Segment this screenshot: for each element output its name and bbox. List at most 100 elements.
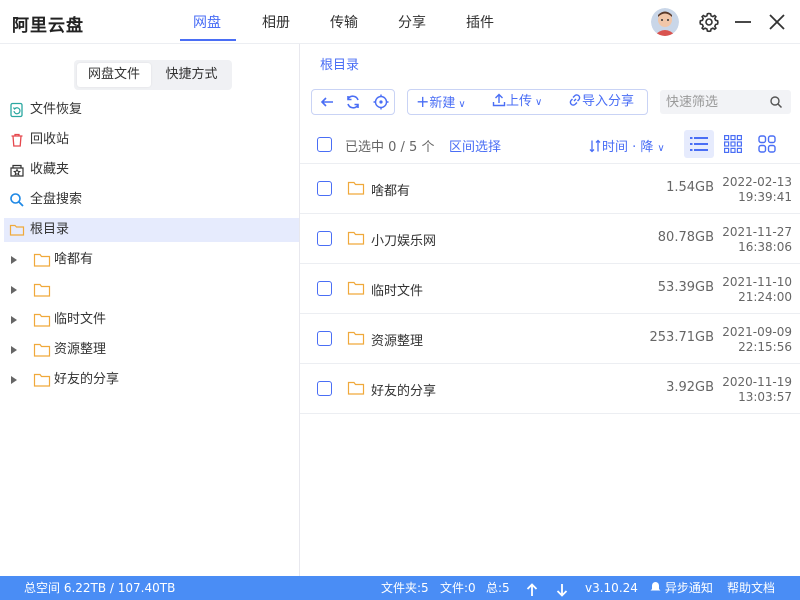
folder-icon xyxy=(347,231,365,245)
file-size: 253.71GB xyxy=(649,330,714,345)
download-arrow-icon[interactable] xyxy=(556,581,568,600)
row-checkbox[interactable] xyxy=(317,281,332,296)
table-row[interactable]: 啥都有 1.54GB 2022-02-13 19:39:41 xyxy=(300,164,800,214)
expand-arrow-icon[interactable] xyxy=(11,286,17,294)
folder-icon xyxy=(347,281,365,295)
file-restore-icon xyxy=(10,102,23,118)
tree-item[interactable]: 临时文件 xyxy=(0,308,299,332)
tab-transfer[interactable]: 传输 xyxy=(330,12,358,32)
sidebar-item-favorites[interactable]: 收藏夹 xyxy=(4,158,299,182)
sidebar-segment-control: 网盘文件 快捷方式 xyxy=(74,60,232,90)
status-bar: 总空间 6.22TB / 107.40TB 文件夹:5 文件:0 总:5 v3.… xyxy=(0,576,800,600)
back-arrow-icon[interactable] xyxy=(319,94,335,110)
grid-view-icon xyxy=(724,135,742,153)
upload-button[interactable]: 上传 ∨ xyxy=(492,90,542,114)
sidebar-item-trash[interactable]: 回收站 xyxy=(4,128,299,152)
file-count: 文件:0 xyxy=(440,581,476,595)
sidebar-item-label: 根目录 xyxy=(30,222,70,237)
sidebar-item-label: 全盘搜索 xyxy=(30,192,83,207)
expand-arrow-icon[interactable] xyxy=(11,256,17,264)
row-checkbox[interactable] xyxy=(317,381,332,396)
version-label: v3.10.24 xyxy=(585,581,638,595)
tree-item[interactable]: 啥都有 xyxy=(0,248,299,272)
nav-button-group xyxy=(311,89,395,115)
tree-item[interactable]: 资源整理 xyxy=(0,338,299,362)
table-row[interactable]: 好友的分享 3.92GB 2020-11-19 13:03:57 xyxy=(300,364,800,414)
new-button[interactable]: +新建 ∨ xyxy=(416,90,466,114)
tab-share[interactable]: 分享 xyxy=(398,12,426,32)
sidebar-item-file-restore[interactable]: 文件恢复 xyxy=(4,98,299,122)
import-share-button[interactable]: 导入分享 xyxy=(568,90,634,114)
active-tab-indicator xyxy=(180,39,236,41)
file-size: 3.92GB xyxy=(666,380,714,395)
select-all-checkbox[interactable] xyxy=(317,137,332,152)
segment-shortcuts[interactable]: 快捷方式 xyxy=(154,63,229,87)
tab-plugins[interactable]: 插件 xyxy=(466,12,494,32)
avatar[interactable] xyxy=(651,8,679,36)
help-docs-link[interactable]: 帮助文档 xyxy=(727,576,775,600)
sidebar-item-label: 回收站 xyxy=(30,132,70,147)
file-date: 2020-11-19 13:03:57 xyxy=(722,375,792,404)
tab-drive[interactable]: 网盘 xyxy=(193,12,221,32)
minimize-icon[interactable] xyxy=(731,10,755,34)
list-header: 已选中 0 / 5 个 区间选择 时间 · 降 ∨ xyxy=(300,126,800,164)
folder-icon xyxy=(347,381,365,395)
breadcrumb[interactable]: 根目录 xyxy=(320,54,359,73)
quick-filter-input[interactable] xyxy=(666,93,766,111)
expand-arrow-icon[interactable] xyxy=(11,376,17,384)
total-count: 总:5 xyxy=(486,581,510,595)
folder-icon xyxy=(33,313,51,327)
segment-drive-files[interactable]: 网盘文件 xyxy=(77,63,151,87)
quick-filter xyxy=(660,90,791,114)
folder-icon xyxy=(9,224,25,236)
folder-icon xyxy=(33,253,51,267)
locate-icon[interactable] xyxy=(373,94,389,110)
upload-arrow-icon[interactable] xyxy=(526,581,538,600)
settings-gear-icon[interactable] xyxy=(697,10,721,34)
list-view-button[interactable] xyxy=(684,130,714,158)
grid-view-button[interactable] xyxy=(718,130,748,158)
row-checkbox[interactable] xyxy=(317,331,332,346)
file-size: 1.54GB xyxy=(666,180,714,195)
tree-item[interactable] xyxy=(0,278,299,302)
folder-icon xyxy=(33,283,51,297)
table-row[interactable]: 小刀娱乐网 80.78GB 2021-11-27 16:38:06 xyxy=(300,214,800,264)
expand-arrow-icon[interactable] xyxy=(11,316,17,324)
chevron-down-icon: ∨ xyxy=(657,143,665,154)
row-checkbox[interactable] xyxy=(317,231,332,246)
sort-button[interactable]: 时间 · 降 ∨ xyxy=(588,136,665,155)
tree-item-label: 啥都有 xyxy=(54,252,94,267)
refresh-icon[interactable] xyxy=(345,94,361,110)
tree-item[interactable]: 好友的分享 xyxy=(0,368,299,392)
title-bar: 阿里云盘 网盘 相册 传输 分享 插件 xyxy=(0,0,800,44)
range-select-link[interactable]: 区间选择 xyxy=(449,136,501,155)
folder-icon xyxy=(33,343,51,357)
plus-icon: + xyxy=(416,92,430,111)
large-grid-view-button[interactable] xyxy=(752,130,782,158)
sidebar: 网盘文件 快捷方式 文件恢复 回收站 收藏夹 全盘搜索 根目录 啥都有 临时文件… xyxy=(0,44,300,576)
table-row[interactable]: 资源整理 253.71GB 2021-09-09 22:15:56 xyxy=(300,314,800,364)
chevron-down-icon: ∨ xyxy=(535,97,543,108)
file-date: 2022-02-13 19:39:41 xyxy=(722,175,792,204)
tree-item-label: 资源整理 xyxy=(54,342,107,357)
async-notify-button[interactable]: 异步通知 xyxy=(650,576,713,600)
large-grid-view-icon xyxy=(758,135,776,153)
tab-album[interactable]: 相册 xyxy=(262,12,290,32)
expand-arrow-icon[interactable] xyxy=(11,346,17,354)
search-icon xyxy=(10,193,24,207)
favorites-icon xyxy=(10,164,24,177)
file-date: 2021-11-27 16:38:06 xyxy=(722,225,792,254)
file-size: 80.78GB xyxy=(657,230,714,245)
folder-icon xyxy=(347,331,365,345)
table-row[interactable]: 临时文件 53.39GB 2021-11-10 21:24:00 xyxy=(300,264,800,314)
sidebar-item-search[interactable]: 全盘搜索 xyxy=(4,188,299,212)
row-checkbox[interactable] xyxy=(317,181,332,196)
close-icon[interactable] xyxy=(765,10,789,34)
file-name: 好友的分享 xyxy=(371,384,437,399)
file-name: 资源整理 xyxy=(371,334,424,349)
sidebar-item-label: 收藏夹 xyxy=(30,162,70,177)
folder-icon xyxy=(347,181,365,195)
search-icon[interactable] xyxy=(769,95,783,109)
folder-icon xyxy=(33,373,51,387)
sidebar-item-root[interactable]: 根目录 xyxy=(4,218,299,242)
